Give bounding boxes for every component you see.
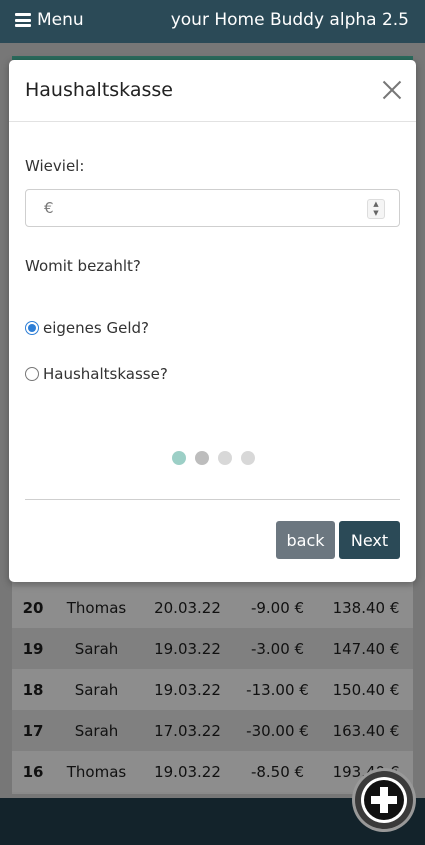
option-household-fund-label: Haushaltskasse? [43,365,168,383]
cell-amount: -9.00 € [250,598,305,617]
menu-label: Menu [37,10,84,30]
step-dot [172,451,186,465]
hamburger-icon [15,13,31,27]
payment-question: Womit bezahlt? [25,257,141,275]
add-entry-button[interactable] [355,771,413,829]
cell-amount: -30.00 € [246,721,309,740]
cell-id: 20 [22,598,44,617]
table-row[interactable]: 20 Thomas 20.03.22 -9.00 € 138.40 € [12,587,413,628]
option-household-fund[interactable]: Haushaltskasse? [25,365,168,383]
cell-id: 16 [22,762,44,781]
cell-balance: 138.40 € [332,598,400,617]
cell-balance: 147.40 € [332,639,400,658]
modal-header: Haushaltskasse [9,60,416,122]
wizard-step-indicator [172,451,255,465]
table-row[interactable]: 19 Sarah 19.03.22 -3.00 € 147.40 € [12,628,413,669]
footer-divider [25,499,400,500]
cell-amount: -3.00 € [250,639,305,658]
option-own-money[interactable]: eigenes Geld? [25,319,149,337]
cell-name: Thomas [66,598,127,617]
cell-name: Sarah [74,721,119,740]
app-title: your Home Buddy alpha 2.5 [170,10,409,30]
cell-id: 17 [22,721,44,740]
close-icon[interactable] [382,80,402,100]
modal-title: Haushaltskasse [25,79,173,101]
cell-date: 17.03.22 [154,721,221,740]
menu-button[interactable]: Menu [15,10,84,30]
cell-amount: -13.00 € [246,680,309,699]
radio-own-money[interactable] [25,321,39,335]
step-dot [218,451,232,465]
step-dot [241,451,255,465]
number-spinner[interactable]: ▲ ▼ [367,199,385,219]
cell-date: 19.03.22 [154,680,221,699]
table-row[interactable]: 16 Thomas 19.03.22 -8.50 € 193.40 € [12,751,413,792]
cell-date: 19.03.22 [154,639,221,658]
plus-circle-icon [361,777,407,823]
cell-id: 19 [22,639,44,658]
cell-balance: 150.40 € [332,680,400,699]
cell-id: 18 [22,680,44,699]
cell-name: Sarah [74,680,119,699]
currency-symbol: € [44,199,54,217]
table-row[interactable]: 18 Sarah 19.03.22 -13.00 € 150.40 € [12,669,413,710]
haushaltskasse-dialog: Haushaltskasse Wieviel: € ▲ ▼ Womit bezah… [9,60,416,582]
cell-amount: -8.50 € [250,762,305,781]
table-body: 20 Thomas 20.03.22 -9.00 € 138.40 € 19 S… [12,587,413,792]
cell-date: 19.03.22 [154,762,221,781]
radio-household-fund[interactable] [25,367,39,381]
option-own-money-label: eigenes Geld? [43,319,149,337]
top-navbar: Menu your Home Buddy alpha 2.5 [0,0,425,43]
cell-name: Thomas [66,762,127,781]
cell-balance: 163.40 € [332,721,400,740]
amount-input-group: € ▲ ▼ [25,189,400,227]
next-button[interactable]: Next [339,521,400,559]
table-row[interactable]: 17 Sarah 17.03.22 -30.00 € 163.40 € [12,710,413,751]
back-button[interactable]: back [276,521,335,559]
amount-input[interactable] [66,194,360,224]
cell-name: Sarah [74,639,119,658]
step-dot [195,451,209,465]
cell-date: 20.03.22 [154,598,221,617]
amount-label: Wieviel: [25,157,85,175]
